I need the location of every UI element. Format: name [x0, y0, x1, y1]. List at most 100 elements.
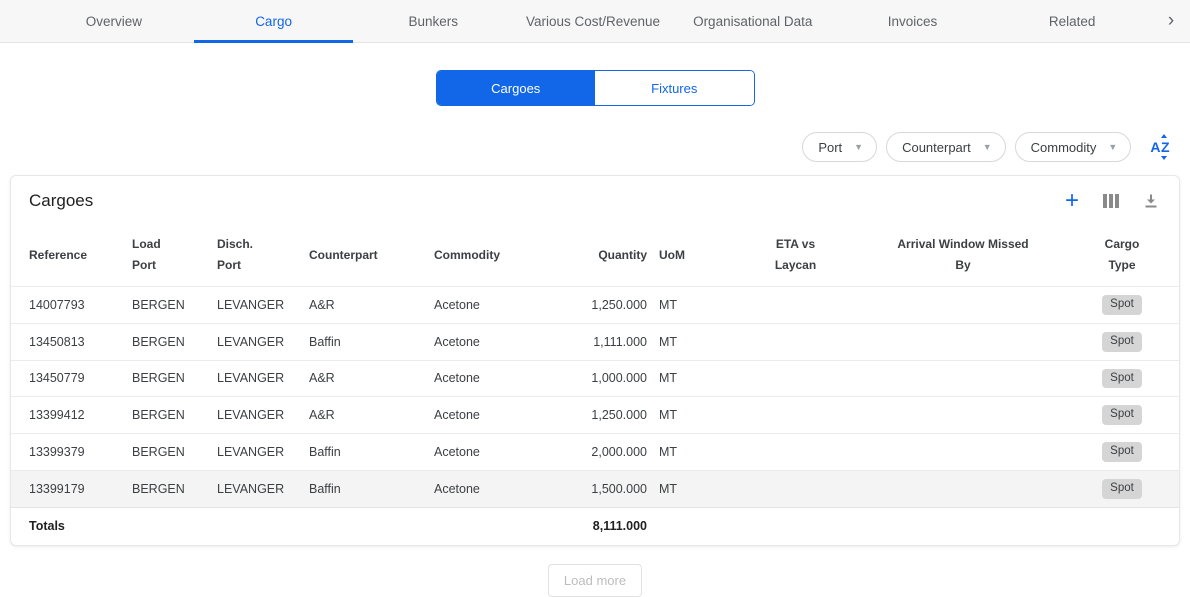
cell-uom: MT — [653, 434, 728, 471]
column-header-cargo-type[interactable]: Cargo Type — [1063, 224, 1180, 287]
cell-eta-vs-laycan — [728, 323, 863, 360]
cargoes-table: Reference Load Port Disch. Port Counterp… — [11, 224, 1180, 545]
column-header-quantity[interactable]: Quantity — [568, 224, 653, 287]
column-header-load-port[interactable]: Load Port — [126, 224, 211, 287]
totals-quantity: 8,111.000 — [568, 507, 653, 545]
filter-chip-counterpart[interactable]: Counterpart ▼ — [886, 132, 1006, 162]
table-row[interactable]: 13450813 BERGEN LEVANGER Baffin Acetone … — [11, 323, 1180, 360]
view-toggle: Cargoes Fixtures — [436, 70, 755, 106]
cell-reference: 13399179 — [11, 470, 126, 507]
cell-cargo-type: Spot — [1063, 287, 1180, 324]
columns-icon — [1103, 194, 1119, 208]
cell-reference: 13450813 — [11, 323, 126, 360]
cell-reference: 13450779 — [11, 360, 126, 397]
cell-arrival-window-missed-by — [863, 323, 1063, 360]
toggle-fixtures-button[interactable]: Fixtures — [595, 71, 754, 105]
chevron-down-icon: ▼ — [1108, 143, 1117, 152]
cell-eta-vs-laycan — [728, 360, 863, 397]
totals-row: Totals 8,111.000 — [11, 507, 1180, 545]
sort-alphabetical-icon[interactable]: AZ — [1148, 135, 1172, 159]
column-header-disch-port[interactable]: Disch. Port — [211, 224, 303, 287]
cell-load-port: BERGEN — [126, 434, 211, 471]
cell-counterpart: A&R — [303, 287, 428, 324]
column-settings-button[interactable] — [1103, 194, 1119, 208]
cell-quantity: 2,000.000 — [568, 434, 653, 471]
column-header-counterpart[interactable]: Counterpart — [303, 224, 428, 287]
tab-label: Various Cost/Revenue — [526, 14, 660, 29]
table-row[interactable]: 14007793 BERGEN LEVANGER A&R Acetone 1,2… — [11, 287, 1180, 324]
table-row[interactable]: 13450779 BERGEN LEVANGER A&R Acetone 1,0… — [11, 360, 1180, 397]
cell-quantity: 1,250.000 — [568, 287, 653, 324]
tab-organisational-data[interactable]: Organisational Data — [673, 0, 833, 42]
load-more-row: Load more — [0, 564, 1190, 597]
tab-related[interactable]: Related — [992, 0, 1152, 42]
filter-bar: Port ▼ Counterpart ▼ Commodity ▼ AZ — [0, 131, 1190, 163]
load-more-button[interactable]: Load more — [548, 564, 642, 597]
cell-cargo-type: Spot — [1063, 323, 1180, 360]
add-cargo-button[interactable]: + — [1065, 192, 1079, 210]
toggle-cargoes-button[interactable]: Cargoes — [437, 71, 596, 105]
tab-invoices[interactable]: Invoices — [833, 0, 993, 42]
cell-eta-vs-laycan — [728, 397, 863, 434]
card-title: Cargoes — [29, 191, 93, 211]
tab-bunkers[interactable]: Bunkers — [353, 0, 513, 42]
cell-counterpart: Baffin — [303, 323, 428, 360]
cell-load-port: BERGEN — [126, 323, 211, 360]
table-header-row: Reference Load Port Disch. Port Counterp… — [11, 224, 1180, 287]
filter-chip-commodity[interactable]: Commodity ▼ — [1015, 132, 1132, 162]
cell-disch-port: LEVANGER — [211, 434, 303, 471]
column-header-uom[interactable]: UoM — [653, 224, 728, 287]
cell-disch-port: LEVANGER — [211, 470, 303, 507]
table-row[interactable]: 13399379 BERGEN LEVANGER Baffin Acetone … — [11, 434, 1180, 471]
cell-arrival-window-missed-by — [863, 397, 1063, 434]
cell-quantity: 1,500.000 — [568, 470, 653, 507]
tab-cargo[interactable]: Cargo — [194, 0, 354, 42]
cargo-type-badge: Spot — [1102, 369, 1142, 389]
card-header: Cargoes + — [11, 176, 1179, 224]
cargoes-card: Cargoes + Refer — [10, 175, 1180, 546]
column-header-eta-vs-laycan[interactable]: ETA vs Laycan — [728, 224, 863, 287]
cell-counterpart: Baffin — [303, 434, 428, 471]
cell-counterpart: A&R — [303, 360, 428, 397]
tab-label: Related — [1049, 14, 1096, 29]
cell-cargo-type: Spot — [1063, 434, 1180, 471]
cell-uom: MT — [653, 287, 728, 324]
tab-label: Bunkers — [409, 14, 459, 29]
filter-chip-port[interactable]: Port ▼ — [802, 132, 877, 162]
cell-load-port: BERGEN — [126, 470, 211, 507]
tab-label: Organisational Data — [693, 14, 812, 29]
tab-label: Cargo — [255, 14, 292, 29]
cell-disch-port: LEVANGER — [211, 323, 303, 360]
cell-load-port: BERGEN — [126, 287, 211, 324]
view-toggle-row: Cargoes Fixtures — [0, 70, 1190, 106]
tab-overview[interactable]: Overview — [34, 0, 194, 42]
cell-uom: MT — [653, 323, 728, 360]
cell-quantity: 1,000.000 — [568, 360, 653, 397]
cell-commodity: Acetone — [428, 287, 568, 324]
chevron-right-icon[interactable]: › — [1152, 0, 1190, 42]
cell-arrival-window-missed-by — [863, 287, 1063, 324]
cell-arrival-window-missed-by — [863, 470, 1063, 507]
cargo-type-badge: Spot — [1102, 479, 1142, 499]
cell-uom: MT — [653, 470, 728, 507]
cell-cargo-type: Spot — [1063, 397, 1180, 434]
table-row[interactable]: 13399179 BERGEN LEVANGER Baffin Acetone … — [11, 470, 1180, 507]
table-row[interactable]: 13399412 BERGEN LEVANGER A&R Acetone 1,2… — [11, 397, 1180, 434]
column-header-reference[interactable]: Reference — [11, 224, 126, 287]
cell-commodity: Acetone — [428, 360, 568, 397]
cell-quantity: 1,250.000 — [568, 397, 653, 434]
tab-various-cost-revenue[interactable]: Various Cost/Revenue — [513, 0, 673, 42]
card-actions: + — [1065, 192, 1159, 210]
cell-disch-port: LEVANGER — [211, 287, 303, 324]
download-button[interactable] — [1143, 193, 1159, 209]
cell-eta-vs-laycan — [728, 470, 863, 507]
tab-label: Overview — [86, 14, 142, 29]
cargo-type-badge: Spot — [1102, 332, 1142, 352]
cell-quantity: 1,111.000 — [568, 323, 653, 360]
totals-label: Totals — [11, 507, 568, 545]
column-header-arrival-window-missed-by[interactable]: Arrival Window Missed By — [863, 224, 1063, 287]
column-header-commodity[interactable]: Commodity — [428, 224, 568, 287]
plus-icon: + — [1065, 192, 1079, 210]
cell-uom: MT — [653, 360, 728, 397]
cell-counterpart: Baffin — [303, 470, 428, 507]
